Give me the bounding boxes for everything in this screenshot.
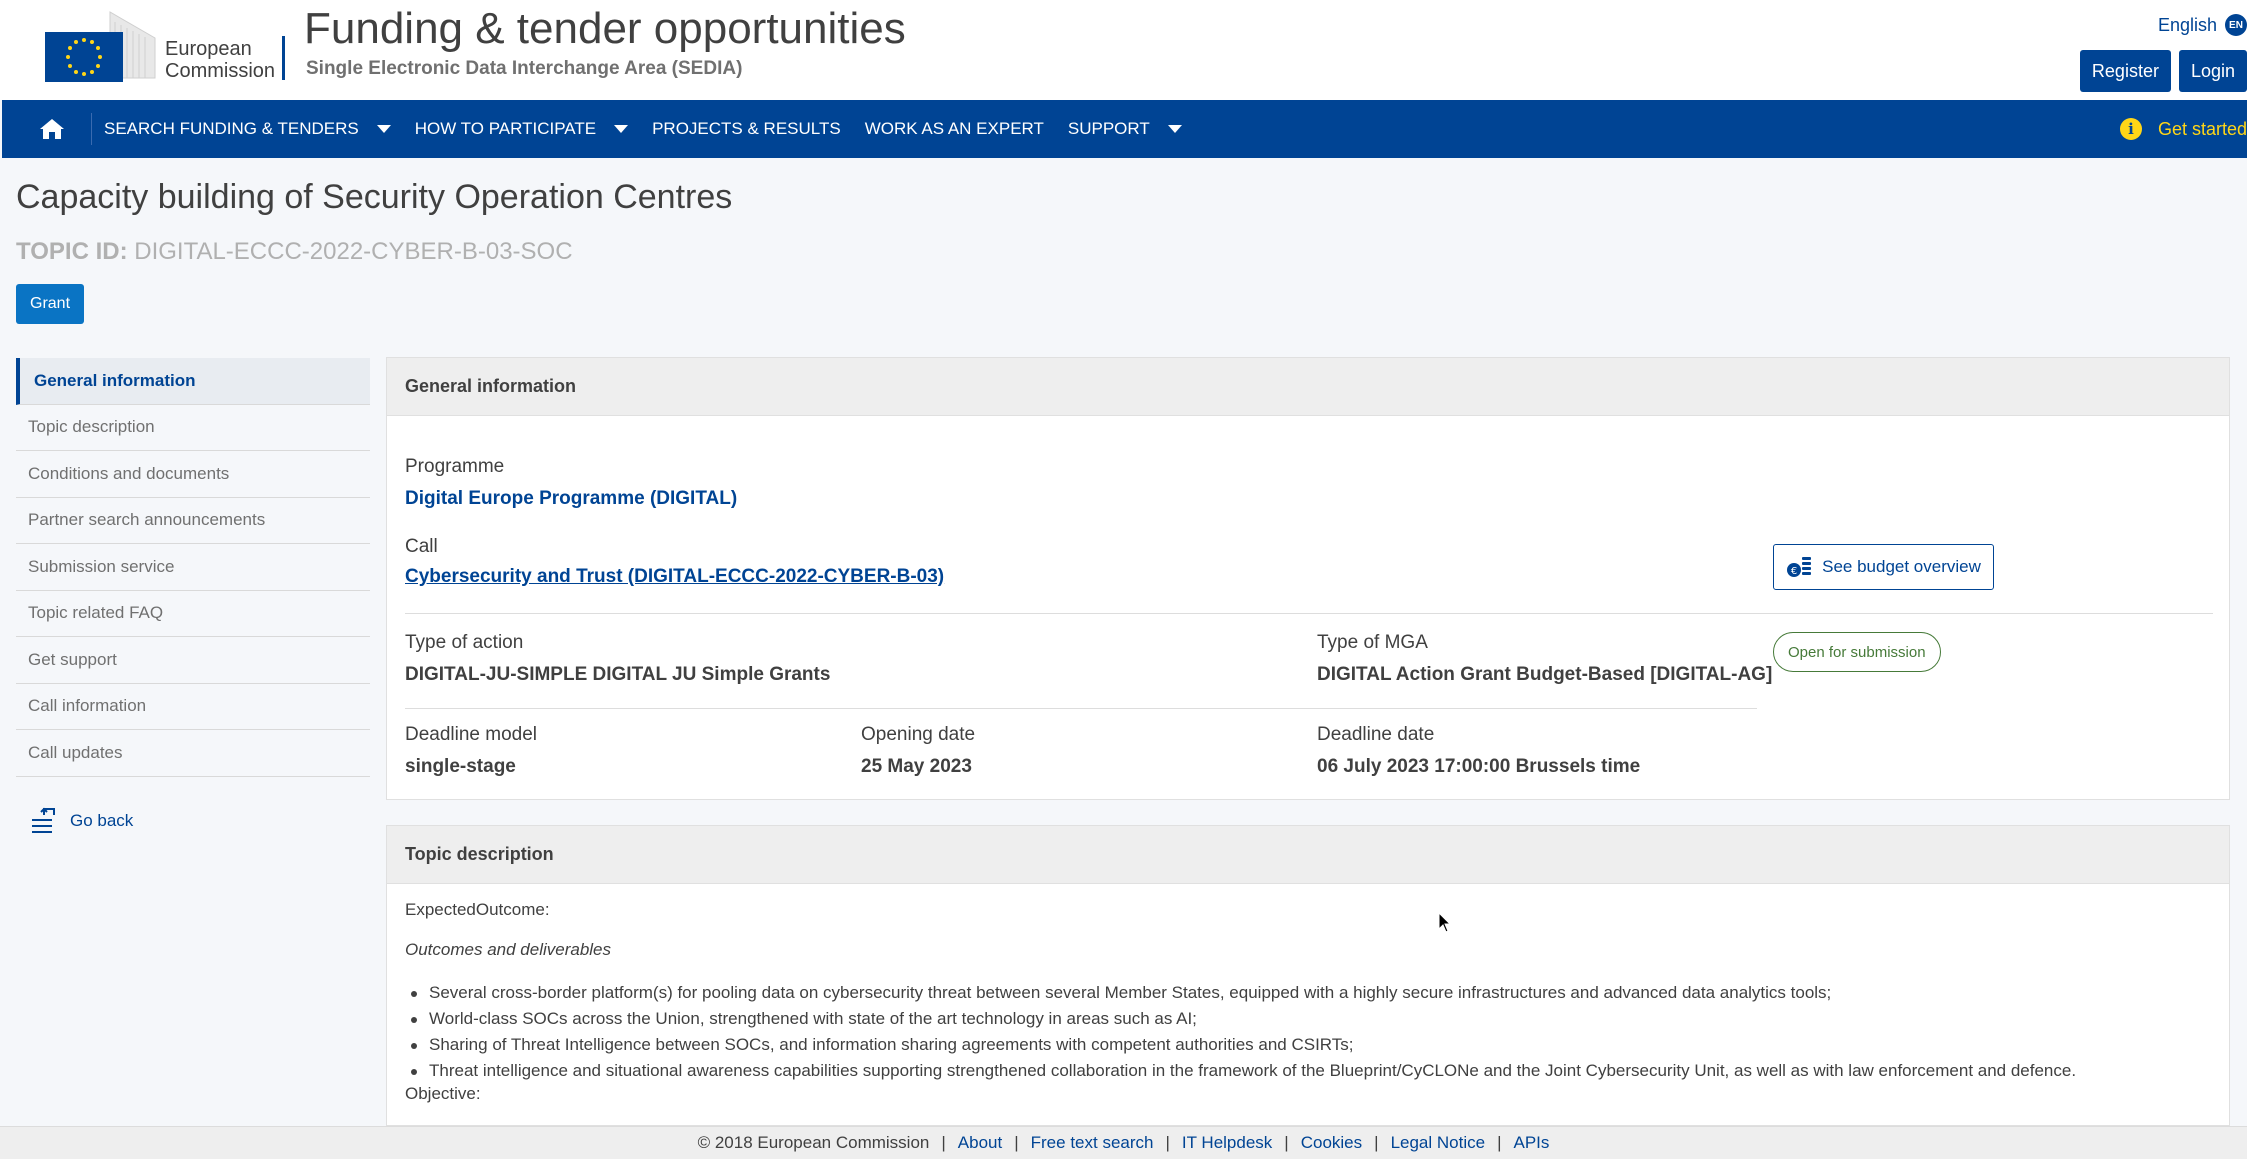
general-information-header: General information [387,358,2229,416]
deadline-date-label: Deadline date [1317,724,1435,745]
language-selector[interactable]: English EN [2158,14,2247,36]
european-commission-logo[interactable]: European Commission [15,8,279,84]
budget-button-label: See budget overview [1822,557,1981,576]
mouse-cursor-icon [1438,912,1452,933]
get-started-link[interactable]: i Get started [2119,100,2247,158]
call-link[interactable]: Cybersecurity and Trust (DIGITAL-ECCC-20… [405,566,944,588]
divider [405,613,2213,614]
sidebar-item-conditions-documents[interactable]: Conditions and documents [16,451,370,498]
sidebar-item-general-information[interactable]: General information [16,358,370,405]
outcomes-heading: Outcomes and deliverables [405,940,612,959]
footer-separator: | [1284,1133,1289,1152]
list-item: Threat intelligence and situational awar… [405,1058,2076,1084]
footer-link-it-helpdesk[interactable]: IT Helpdesk [1182,1133,1272,1153]
expected-outcome-label: ExpectedOutcome: [405,900,550,919]
grant-badge: Grant [16,284,85,324]
general-information-card: General information Programme Digital Eu… [386,357,2230,800]
get-started-label: Get started [2157,118,2247,139]
footer-separator: | [1374,1133,1379,1152]
language-label: English [2157,14,2217,35]
type-of-action-value: DIGITAL-JU-SIMPLE DIGITAL JU Simple Gran… [405,664,831,685]
topic-id-value: DIGITAL-ECCC-2022-CYBER-B-03-SOC [134,238,573,265]
footer-link-apis[interactable]: APIs [1514,1133,1550,1153]
home-button[interactable] [12,113,92,145]
footer-link-legal-notice[interactable]: Legal Notice [1391,1133,1486,1153]
footer-separator: | [1497,1133,1502,1152]
logo-line-2: Commission [165,60,276,82]
sidebar-item-submission-service[interactable]: Submission service [16,544,370,591]
list-item: World-class SOCs across the Union, stren… [405,1006,2076,1032]
home-icon [39,119,64,139]
deadline-model-value: single-stage [405,756,516,777]
footer-copyright: © 2018 European Commission [697,1133,930,1152]
caret-down-icon [1167,125,1182,133]
login-button[interactable]: Login [2178,50,2247,92]
nav-item-label: SUPPORT [1067,119,1150,138]
caret-down-icon [376,125,391,133]
deadline-model-label: Deadline model [405,724,538,745]
language-code-badge: EN [2225,14,2247,36]
go-back-icon [32,807,55,833]
nav-item-label: HOW TO PARTICIPATE [414,119,597,138]
topic-id: TOPIC ID: DIGITAL-ECCC-2022-CYBER-B-03-S… [16,238,573,266]
topic-sidebar-nav: General information Topic description Co… [16,358,370,777]
footer-link-cookies[interactable]: Cookies [1301,1133,1362,1153]
go-back-label: Go back [70,811,134,830]
footer-link-free-text-search[interactable]: Free text search [1031,1133,1154,1153]
caret-down-icon [614,125,629,133]
outcomes-list: Several cross-border platform(s) for poo… [405,980,2076,1084]
sidebar-item-get-support[interactable]: Get support [16,637,370,684]
register-button[interactable]: Register [2079,50,2171,92]
type-of-action-label: Type of action [405,632,524,653]
sidebar-item-call-updates[interactable]: Call updates [16,730,370,777]
nav-projects-results[interactable]: PROJECTS & RESULTS [640,100,853,158]
list-item: Sharing of Threat Intelligence between S… [405,1032,2076,1058]
site-subtitle: Single Electronic Data Interchange Area … [306,58,743,79]
budget-coins-icon: € [1787,557,1812,577]
logo-line-1: European [165,38,252,60]
site-title[interactable]: Funding & tender opportunities [304,4,906,54]
divider [405,708,1757,709]
sidebar-item-topic-faq[interactable]: Topic related FAQ [16,591,370,637]
call-label: Call [405,536,438,557]
footer-separator: | [1165,1133,1170,1152]
type-of-mga-label: Type of MGA [1317,632,1428,653]
programme-link[interactable]: Digital Europe Programme (DIGITAL) [405,488,737,510]
logo-separator [282,36,285,80]
info-icon: i [2119,118,2142,140]
go-back-link[interactable]: Go back [30,806,133,836]
topic-description-header: Topic description [387,826,2229,884]
nav-item-label: PROJECTS & RESULTS [652,119,841,138]
ec-logo-text: European Commission [165,38,275,82]
sidebar-item-partner-search[interactable]: Partner search announcements [16,498,370,544]
sidebar-item-call-information[interactable]: Call information [16,684,370,730]
see-budget-overview-button[interactable]: € See budget overview [1773,544,1994,590]
svg-text:€: € [1791,566,1797,577]
nav-how-to-participate[interactable]: HOW TO PARTICIPATE [403,100,640,158]
objective-label: Objective: [405,1084,481,1103]
main-navigation: SEARCH FUNDING & TENDERS HOW TO PARTICIP… [2,100,2247,158]
opening-date-value: 25 May 2023 [861,756,972,777]
deadline-date-value: 06 July 2023 17:00:00 Brussels time [1317,756,1641,777]
list-item: Several cross-border platform(s) for poo… [405,980,2076,1006]
page-title: Capacity building of Security Operation … [16,178,733,216]
nav-search-funding-tenders[interactable]: SEARCH FUNDING & TENDERS [92,100,403,158]
programme-label: Programme [405,456,505,477]
opening-date-label: Opening date [861,724,976,745]
site-header: European Commission Funding & tender opp… [0,0,2247,100]
footer-link-about[interactable]: About [958,1133,1002,1153]
footer-separator: | [941,1133,946,1152]
site-footer: © 2018 European Commission | About | Fre… [0,1126,2247,1159]
auth-buttons: Register Login [2079,50,2247,92]
topic-id-label: TOPIC ID: [16,238,128,265]
topic-description-card: Topic description ExpectedOutcome: Outco… [386,825,2230,1126]
status-badge: Open for submission [1773,632,1941,672]
sidebar-item-topic-description[interactable]: Topic description [16,405,370,451]
nav-item-label: SEARCH FUNDING & TENDERS [104,119,359,138]
type-of-mga-value: DIGITAL Action Grant Budget-Based [DIGIT… [1317,664,1773,685]
nav-work-as-expert[interactable]: WORK AS AN EXPERT [853,100,1056,158]
nav-item-label: WORK AS AN EXPERT [864,119,1044,138]
nav-support[interactable]: SUPPORT [1056,100,1194,158]
footer-separator: | [1014,1133,1019,1152]
